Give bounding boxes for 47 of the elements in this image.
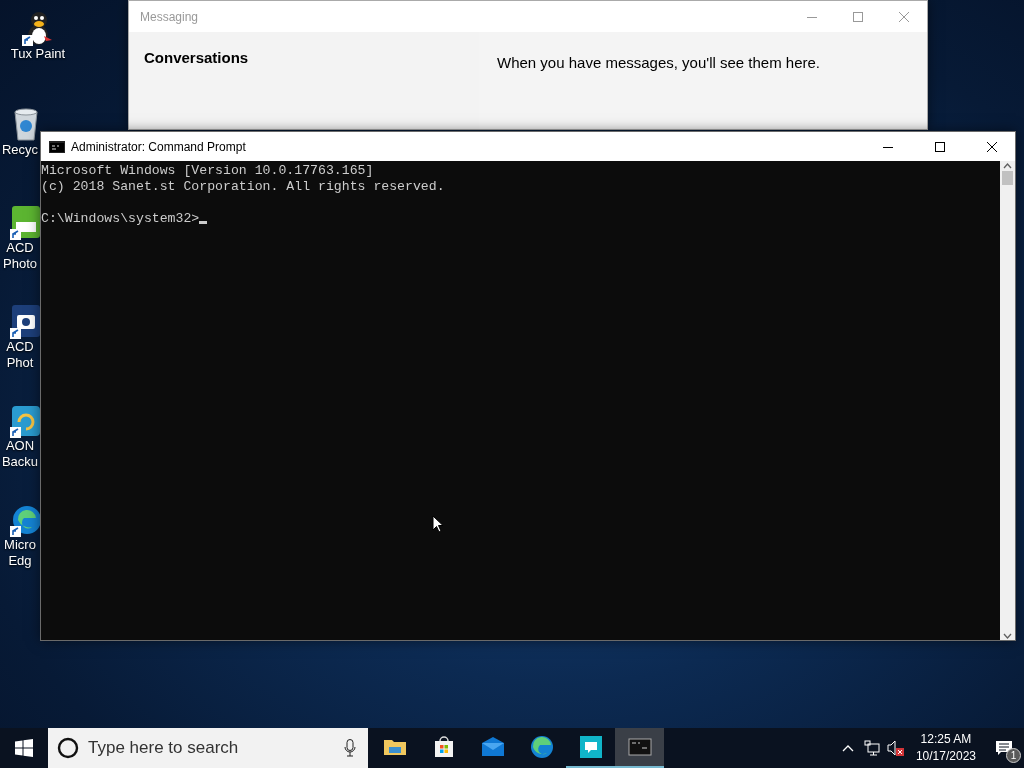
edge-icon <box>529 735 554 759</box>
scrollbar-thumb[interactable] <box>1002 171 1013 185</box>
camera-icon[interactable] <box>10 303 42 339</box>
window-title: Administrator: Command Prompt <box>71 139 247 154</box>
icon-label[interactable]: ACD <box>6 240 34 256</box>
text-cursor <box>199 221 208 224</box>
taskbar-app-button[interactable] <box>615 728 664 768</box>
section-heading: Conversations <box>144 49 250 66</box>
icon-label[interactable]: AON <box>5 438 35 454</box>
mouse-pointer-icon <box>432 515 444 533</box>
scroll-down-icon[interactable] <box>1003 632 1012 640</box>
search-input[interactable]: Type here to search <box>88 738 335 758</box>
scrollbar[interactable] <box>1000 161 1015 640</box>
network-icon[interactable] <box>863 740 880 756</box>
command-prompt[interactable]: C:\Windows\system32> <box>41 211 200 226</box>
empty-message: When you have messages, you'll see them here. <box>497 54 822 71</box>
clock-time[interactable]: 12:25 AM <box>920 731 972 748</box>
icon-label[interactable]: Micro <box>4 537 36 553</box>
speaker-muted-icon[interactable] <box>886 740 905 756</box>
cortana-icon <box>57 737 79 759</box>
console-text: Microsoft Windows [Version 10.0.17763.165] <box>41 163 374 178</box>
maximize-icon <box>853 11 863 22</box>
microphone-icon[interactable] <box>344 739 356 757</box>
icon-label[interactable]: Edg <box>8 553 32 569</box>
close-icon <box>899 11 909 22</box>
icon-label[interactable]: ACD <box>6 339 34 355</box>
search-box[interactable]: Type here to search <box>48 728 368 768</box>
maximize-icon <box>935 141 945 152</box>
console-icon <box>49 140 65 153</box>
mail-icon <box>480 735 505 759</box>
app-icon[interactable] <box>10 204 42 240</box>
close-icon <box>987 141 997 152</box>
console-icon <box>627 735 652 759</box>
chevron-up-icon[interactable] <box>841 744 854 752</box>
scroll-up-icon[interactable] <box>1003 163 1012 169</box>
notifications-icon[interactable] <box>995 740 1013 756</box>
window-title: Messaging <box>140 9 200 24</box>
chat-icon <box>578 735 603 759</box>
clock-date[interactable]: 10/17/2023 <box>915 748 976 765</box>
icon-label[interactable]: Phot <box>6 355 34 371</box>
notification-count: 1 <box>1006 748 1021 763</box>
icon-label[interactable]: Recyc <box>1 142 39 158</box>
windows-logo-icon <box>15 739 33 757</box>
icon-label[interactable]: Tux Paint <box>10 46 66 62</box>
console-text: (c) 2018 Sanet.st Corporation. All rights reserved. <box>41 179 445 194</box>
icon-label[interactable]: Photo <box>3 256 37 272</box>
icon-label[interactable]: Backu <box>1 454 39 470</box>
